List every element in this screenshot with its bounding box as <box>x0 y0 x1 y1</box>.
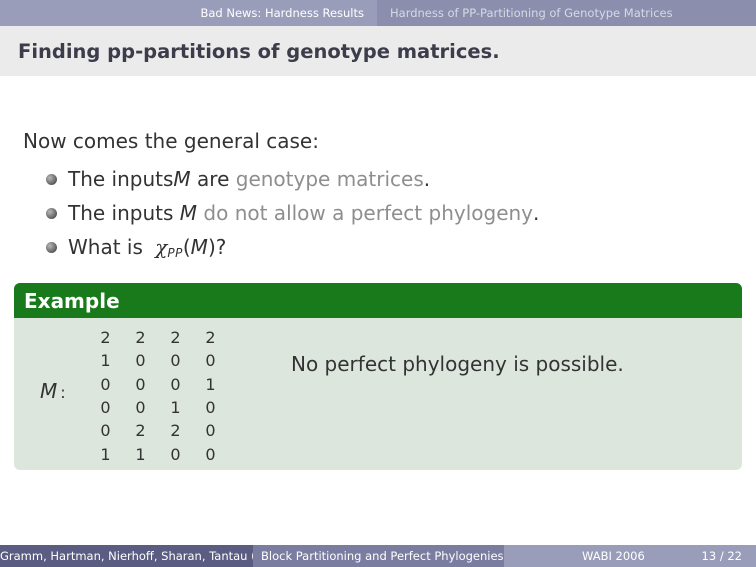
highlight-text: genotype matrices <box>235 167 424 191</box>
nav-subsection-label: Hardness of PP-Partitioning of Genotype … <box>390 6 673 20</box>
footer-title-text: Block Partitioning and Perfect Phylogeni… <box>261 549 504 563</box>
nav-section-label: Bad News: Hardness Results <box>200 6 364 20</box>
matrix-cell: 1 <box>135 444 146 464</box>
matrix-colon: : <box>60 383 66 402</box>
matrix-cell: 0 <box>205 398 216 418</box>
matrix-cell: 0 <box>100 421 111 441</box>
matrix-cell: 2 <box>135 328 146 348</box>
matrix-row: 1 1 0 0 <box>88 442 228 465</box>
highlight-text: do not allow a perfect phylogeny <box>203 201 534 225</box>
footer-bar: Gramm, Hartman, Nierhoff, Sharan, Tantau… <box>0 545 756 567</box>
chi-subscript: PP <box>167 245 183 260</box>
matrix-cell: 2 <box>205 328 216 348</box>
footer-authors-text: Gramm, Hartman, Nierhoff, Sharan, Tantau… <box>0 549 253 563</box>
frame-title-text: Finding pp-partitions of genotype matric… <box>18 39 500 63</box>
math-variable: M <box>179 201 198 225</box>
matrix-row: 2 2 2 2 <box>88 326 228 349</box>
bullet-text: The inputs <box>68 201 180 225</box>
matrix-cell: 1 <box>100 444 111 464</box>
math-variable: M <box>173 167 191 191</box>
matrix-row: 0 0 1 0 <box>88 396 228 419</box>
matrix-cell: 2 <box>170 421 181 441</box>
matrix-cell: 2 <box>170 328 181 348</box>
matrix-cell: 0 <box>170 374 181 394</box>
example-header: Example <box>14 283 742 318</box>
bullet-text: are <box>190 167 236 191</box>
matrix-cell: 0 <box>205 444 216 464</box>
matrix-cell: 0 <box>205 421 216 441</box>
matrix-cell: 2 <box>100 328 111 348</box>
matrix-cell: 0 <box>135 398 146 418</box>
matrix-cell: 0 <box>170 351 181 371</box>
matrix-cell: 0 <box>135 374 146 394</box>
bullet-icon <box>46 242 57 253</box>
matrix-cell: 0 <box>135 351 146 371</box>
nav-section-current[interactable]: Bad News: Hardness Results <box>0 0 377 26</box>
matrix-row: 0 2 2 0 <box>88 419 228 442</box>
bullet-list: The inputs M are genotype matrices . The… <box>46 162 539 264</box>
matrix-cell: 0 <box>170 444 181 464</box>
matrix-cell: 0 <box>100 374 111 394</box>
footer-authors[interactable]: Gramm, Hartman, Nierhoff, Sharan, Tantau… <box>0 545 253 567</box>
math-variable: M <box>190 235 208 259</box>
matrix-cell: 1 <box>100 351 111 371</box>
bullet-text: . <box>533 201 540 225</box>
frame-title: Finding pp-partitions of genotype matric… <box>0 26 756 76</box>
bullet-text: What is <box>68 235 150 259</box>
matrix-cell: 1 <box>205 374 216 394</box>
footer-meta: WABI 2006 13 / 22 <box>504 545 756 567</box>
bullet-text: . <box>423 167 431 191</box>
bullet-icon <box>46 174 57 185</box>
chi-glyph: χ <box>155 234 168 259</box>
bullet-text: The inputs <box>68 167 174 191</box>
paren-open: ( <box>182 235 191 259</box>
example-header-text: Example <box>24 288 120 313</box>
nav-subsection-current[interactable]: Hardness of PP-Partitioning of Genotype … <box>377 0 756 26</box>
example-block: Example M: 2 2 2 2 1 0 0 0 0 0 0 1 0 0 1 0 0 2 2 0 1 1 0 0 No p… <box>14 283 742 470</box>
page-number[interactable]: 13 / 22 <box>702 549 742 563</box>
genotype-matrix: 2 2 2 2 1 0 0 0 0 0 0 1 0 0 1 0 0 2 2 0 1 1 0 0 <box>88 326 228 466</box>
footer-venue: WABI 2006 <box>582 549 645 563</box>
math-chi-symbol: χPP <box>155 235 183 260</box>
paren-close: )? <box>207 235 227 259</box>
bullet-item: The inputs M are genotype matrices . <box>46 162 539 196</box>
footer-title[interactable]: Block Partitioning and Perfect Phylogeni… <box>253 545 504 567</box>
bullet-item: The inputs M do not allow a perfect phyl… <box>46 196 539 230</box>
matrix-row: 1 0 0 0 <box>88 349 228 372</box>
matrix-cell: 2 <box>135 421 146 441</box>
matrix-label: M: <box>40 379 66 403</box>
bullet-item: What is χPP ( M )? <box>46 230 539 264</box>
bullet-icon <box>46 208 57 219</box>
intro-text: Now comes the general case: <box>23 129 319 153</box>
matrix-cell: 0 <box>205 351 216 371</box>
example-statement: No perfect phylogeny is possible. <box>291 352 624 376</box>
matrix-variable: M <box>40 379 58 403</box>
top-navigation-bar: Bad News: Hardness Results Hardness of P… <box>0 0 756 26</box>
matrix-cell: 0 <box>100 398 111 418</box>
matrix-cell: 1 <box>170 398 181 418</box>
matrix-row: 0 0 0 1 <box>88 373 228 396</box>
